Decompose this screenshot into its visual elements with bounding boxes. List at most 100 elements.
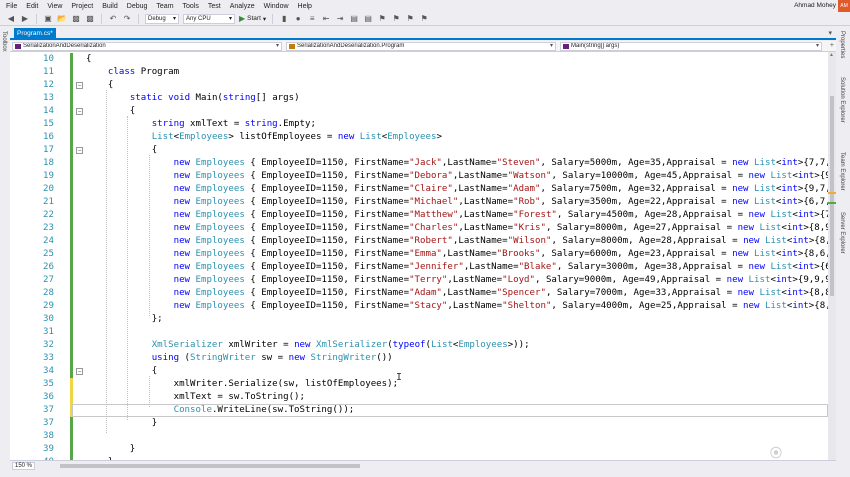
toolbox-tab[interactable]: Toolbox xyxy=(1,31,7,52)
code-line[interactable]: 33 using (StringWriter sw = new StringWr… xyxy=(10,352,828,365)
scrollbar-thumb[interactable] xyxy=(830,96,834,296)
chevron-down-icon[interactable]: ▾ xyxy=(828,29,832,37)
comment-icon[interactable]: ▤ xyxy=(349,14,359,24)
save-all-icon[interactable]: ▩ xyxy=(85,14,95,24)
code-line[interactable]: 32 XmlSerializer xmlWriter = new XmlSeri… xyxy=(10,339,828,352)
menu-window[interactable]: Window xyxy=(264,3,289,10)
project-dropdown[interactable]: SerializationAndDeserialization ▾ xyxy=(12,42,282,51)
code-line[interactable]: 10 { xyxy=(10,53,828,66)
menu-debug[interactable]: Debug xyxy=(127,3,148,10)
open-folder-icon[interactable]: 📂 xyxy=(57,14,67,24)
menu-file[interactable]: File xyxy=(6,3,17,10)
collapse-icon[interactable]: − xyxy=(76,105,84,118)
indent-icon[interactable]: ⇤ xyxy=(321,14,331,24)
class-dropdown[interactable]: SerializationAndDeserialization.Program … xyxy=(286,42,556,51)
code-line[interactable]: 22 new Employees { EmployeeID=1150, Firs… xyxy=(10,209,828,222)
vertical-scrollbar[interactable]: ▲ xyxy=(828,52,836,460)
code-line[interactable]: 26 new Employees { EmployeeID=1150, Firs… xyxy=(10,261,828,274)
code-line[interactable]: 23 new Employees { EmployeeID=1150, Firs… xyxy=(10,222,828,235)
back-icon[interactable]: ◀ xyxy=(6,14,16,24)
menu-build[interactable]: Build xyxy=(102,3,118,10)
scroll-up-icon[interactable]: ▲ xyxy=(829,52,834,58)
server-explorer-tab[interactable]: Server Explorer xyxy=(839,212,845,254)
code-line[interactable]: 13 static void Main(string[] args) xyxy=(10,92,828,105)
undo-icon[interactable]: ↶ xyxy=(108,14,118,24)
menu-analyze[interactable]: Analyze xyxy=(230,3,255,10)
close-icon[interactable]: × xyxy=(57,28,61,39)
minus-icon: − xyxy=(76,368,83,375)
zoom-select[interactable]: 150 % xyxy=(12,462,36,470)
code-line[interactable]: 27 new Employees { EmployeeID=1150, Firs… xyxy=(10,274,828,287)
menu-edit[interactable]: Edit xyxy=(26,3,38,10)
code-line[interactable]: 14− { xyxy=(10,105,828,118)
code-line[interactable]: 17 − { xyxy=(10,144,828,157)
code-line[interactable]: 21 new Employees { EmployeeID=1150, Firs… xyxy=(10,196,828,209)
code-line[interactable]: 34 − { xyxy=(10,365,828,378)
next-bookmark-icon[interactable]: ⚑ xyxy=(405,14,415,24)
user-name[interactable]: Ahmad Mohey xyxy=(794,2,836,9)
horizontal-scrollbar-thumb[interactable] xyxy=(60,464,360,468)
team-explorer-tab[interactable]: Team Explorer xyxy=(839,152,845,191)
platform-select[interactable]: Any CPU ▾ xyxy=(183,13,235,24)
menu-help[interactable]: Help xyxy=(298,3,312,10)
format-icon[interactable]: ≡ xyxy=(307,14,317,24)
bookmark-icon[interactable]: ⚑ xyxy=(377,14,387,24)
member-dropdown[interactable]: Main(string[] args) ▾ xyxy=(560,42,822,51)
code-line[interactable]: 39 } xyxy=(10,443,828,456)
code-text: } xyxy=(86,418,158,428)
line-number: 23 xyxy=(43,223,54,233)
code-line[interactable]: 20 new Employees { EmployeeID=1150, Firs… xyxy=(10,183,828,196)
collapse-icon[interactable]: − xyxy=(76,365,84,378)
code-line[interactable]: 24 new Employees { EmployeeID=1150, Firs… xyxy=(10,235,828,248)
menu-view[interactable]: View xyxy=(47,3,62,10)
new-project-icon[interactable]: ▣ xyxy=(43,14,53,24)
uncomment-icon[interactable]: ▤ xyxy=(363,14,373,24)
avatar[interactable]: AM xyxy=(838,0,850,12)
properties-tab[interactable]: Properties xyxy=(839,31,845,58)
tab-program-cs[interactable]: Program.cs* × xyxy=(14,28,60,39)
code-line[interactable]: 36 xmlText = sw.ToString(); xyxy=(10,391,828,404)
code-line[interactable]: 11 class Program xyxy=(10,66,828,79)
collapse-icon[interactable]: − xyxy=(76,144,84,157)
code-line[interactable]: 25 new Employees { EmployeeID=1150, Firs… xyxy=(10,248,828,261)
step-icon[interactable]: ▮ xyxy=(279,14,289,24)
code-line[interactable]: 38 xyxy=(10,430,828,443)
code-text: new Employees { EmployeeID=1150, FirstNa… xyxy=(173,184,828,194)
menu-team[interactable]: Team xyxy=(156,3,173,10)
code-line[interactable]: 19 new Employees { EmployeeID=1150, Firs… xyxy=(10,170,828,183)
code-editor[interactable]: 10{11 class Program 12− {13 static void M… xyxy=(10,52,828,460)
save-icon[interactable]: ▩ xyxy=(71,14,81,24)
code-line[interactable]: 37 } xyxy=(10,417,828,430)
code-line[interactable]: 35 xmlWriter.Serialize(sw, listOfEmploye… xyxy=(10,378,828,391)
menu-test[interactable]: Test xyxy=(208,3,221,10)
menu-tools[interactable]: Tools xyxy=(183,3,199,10)
clear-bookmarks-icon[interactable]: ⚑ xyxy=(419,14,429,24)
start-button[interactable]: ▶ Start ▾ xyxy=(239,14,266,23)
forward-icon[interactable]: ▶ xyxy=(20,14,30,24)
menu-project[interactable]: Project xyxy=(71,3,93,10)
configuration-select[interactable]: Debug ▾ xyxy=(145,13,179,24)
play-icon: ▶ xyxy=(239,14,246,23)
code-line[interactable]: 28 new Employees { EmployeeID=1150, Firs… xyxy=(10,287,828,300)
outdent-icon[interactable]: ⇥ xyxy=(335,14,345,24)
code-line[interactable]: 16 List<Employees> listOfEmployees = new… xyxy=(10,131,828,144)
code-line[interactable]: 31 xyxy=(10,326,828,339)
redo-icon[interactable]: ↷ xyxy=(122,14,132,24)
split-window-icon[interactable]: + xyxy=(830,42,834,49)
code-line[interactable]: 12 − { xyxy=(10,79,828,92)
code-text: { xyxy=(86,80,114,90)
solution-explorer-tab[interactable]: Solution Explorer xyxy=(839,77,845,123)
code-line[interactable]: 37 Console.WriteLine(sw.ToString()); xyxy=(10,404,828,417)
code-line[interactable]: 29 new Employees { EmployeeID=1150, Firs… xyxy=(10,300,828,313)
menu-bar: File Edit View Project Build Debug Team … xyxy=(0,0,850,12)
change-indicator xyxy=(70,248,73,261)
code-text: } xyxy=(86,444,136,454)
code-line[interactable]: 30 }; xyxy=(10,313,828,326)
indent-guide xyxy=(106,90,107,433)
code-line[interactable]: 18 new Employees { EmployeeID=1150, Firs… xyxy=(10,157,828,170)
code-line[interactable]: 15 string xmlText = string.Empty; xyxy=(10,118,828,131)
collapse-icon[interactable]: − xyxy=(76,79,84,92)
breakpoint-icon[interactable]: ● xyxy=(293,14,303,24)
horizontal-scrollbar[interactable]: 150 % xyxy=(10,460,836,470)
prev-bookmark-icon[interactable]: ⚑ xyxy=(391,14,401,24)
